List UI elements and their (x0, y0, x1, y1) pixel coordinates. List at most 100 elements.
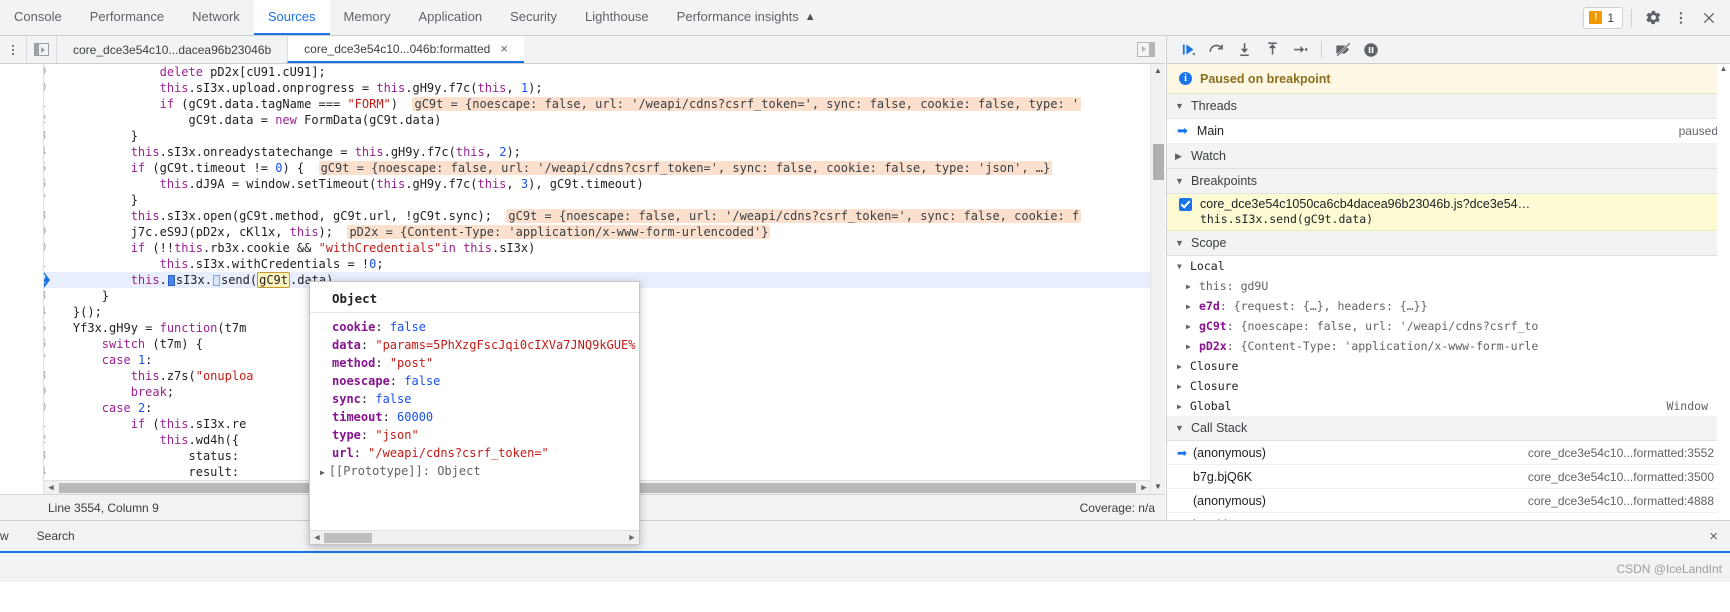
call-stack-frame[interactable]: ➡ (anonymous) core_dce3e54c10...formatte… (1167, 441, 1730, 465)
thread-row-main[interactable]: ➡ Main paused (1167, 119, 1730, 144)
more-tabs-icon[interactable] (0, 36, 26, 63)
object-property[interactable]: url: "/weapi/cdns?csrf_token=" (310, 444, 639, 462)
chevron-right-icon[interactable]: ▶ (1186, 322, 1194, 331)
deactivate-breakpoints-button[interactable] (1330, 38, 1356, 62)
scroll-up-icon[interactable]: ▲ (1717, 64, 1730, 77)
call-stack-frame[interactable]: b7g.bjQ6K core_dce3e54c10...formatted:12… (1167, 513, 1730, 521)
call-stack-frame[interactable]: (anonymous) core_dce3e54c10...formatted:… (1167, 489, 1730, 513)
object-property[interactable]: noescape: false (310, 372, 639, 390)
scrollbar-thumb[interactable] (324, 532, 372, 543)
popover-horizontal-scrollbar[interactable]: ◀ ▶ (310, 530, 639, 544)
chevron-right-icon[interactable]: ▶ (1186, 282, 1194, 291)
scope-var-e7d[interactable]: ▶ e7d: {request: {…}, headers: {…}} (1167, 296, 1730, 316)
code-line[interactable]: 3542 gC9t.data = new FormData(gC9t.data) (44, 112, 1151, 128)
chevron-right-icon[interactable]: ▶ (320, 468, 325, 477)
close-icon[interactable]: × (1709, 528, 1730, 545)
section-header-watch[interactable]: ▶ Watch (1167, 144, 1730, 169)
scroll-right-icon[interactable]: ▶ (625, 533, 639, 543)
drawer-tab-search[interactable]: Search (23, 521, 89, 551)
code-line[interactable]: 3545 if (gC9t.timeout != 0) { gC9t = {no… (44, 160, 1151, 176)
object-property[interactable]: timeout: 60000 (310, 408, 639, 426)
tab-memory[interactable]: Memory (330, 0, 405, 35)
scope-group-local[interactable]: ▼ Local (1167, 256, 1730, 276)
chevron-right-icon[interactable]: ▶ (1186, 302, 1194, 311)
object-property[interactable]: data: "params=5PhXzgFscJqi0cIXVa7JNQ9kGU… (310, 336, 639, 354)
scroll-down-icon[interactable]: ▼ (1151, 480, 1165, 494)
scrollbar-thumb[interactable] (1153, 144, 1164, 180)
tab-sources[interactable]: Sources (253, 0, 330, 35)
code-line[interactable]: 3548 this.sI3x.open(gC9t.method, gC9t.ur… (44, 208, 1151, 224)
resume-script-button[interactable] (1175, 38, 1201, 62)
code-line[interactable]: 3541 if (gC9t.data.tagName === "FORM") g… (44, 96, 1151, 112)
breakpoint-row[interactable]: core_dce3e54c1050ca6cb4dacea96b23046b.js… (1167, 194, 1730, 231)
chevron-down-icon: ▼ (1175, 238, 1184, 248)
tab-application[interactable]: Application (404, 0, 496, 35)
scope-var-this[interactable]: ▶ this: gd9U (1167, 276, 1730, 296)
scope-var-gC9t[interactable]: ▶ gC9t: {noescape: false, url: '/weapi/c… (1167, 316, 1730, 336)
breakpoint-checkbox[interactable] (1179, 197, 1192, 211)
section-header-breakpoints[interactable]: ▼ Breakpoints (1167, 169, 1730, 194)
drawer-tab-console-truncated[interactable]: w (0, 521, 23, 551)
object-property[interactable]: cookie: false (310, 318, 639, 336)
tab-security[interactable]: Security (496, 0, 571, 35)
chevron-right-icon[interactable]: ▶ (1186, 342, 1194, 351)
line-number-gutter[interactable] (0, 64, 44, 494)
tab-label: Sources (267, 9, 316, 24)
section-header-threads[interactable]: ▼ Threads (1167, 94, 1730, 119)
tab-network[interactable]: Network (178, 0, 254, 35)
gear-icon[interactable] (1640, 5, 1666, 31)
code-line[interactable]: 3543 } (44, 128, 1151, 144)
step-over-button[interactable] (1203, 38, 1229, 62)
scroll-up-icon[interactable]: ▲ (1151, 64, 1165, 78)
code-line[interactable]: 3549 j7c.eS9J(pD2x, cKl1x, this); pD2x =… (44, 224, 1151, 240)
property-value: 60000 (397, 410, 434, 424)
sidebar-vertical-scrollbar[interactable]: ▲ (1717, 64, 1730, 520)
scope-group-closure-2[interactable]: ▶ Closure (1167, 376, 1730, 396)
step-out-button[interactable] (1259, 38, 1285, 62)
show-debugger-sidebar-icon[interactable] (1137, 42, 1155, 57)
scope-group-global[interactable]: ▶ Global Window (1167, 396, 1730, 416)
code-line[interactable]: 3551 this.sI3x.withCredentials = !0; (44, 256, 1151, 272)
close-icon[interactable] (1696, 5, 1722, 31)
tab-performance[interactable]: Performance (76, 0, 178, 35)
tab-console[interactable]: Console (0, 0, 76, 35)
tab-performance-insights[interactable]: Performance insights ▲ (663, 0, 830, 35)
show-navigator-icon[interactable] (26, 36, 56, 63)
step-marker-icon[interactable] (167, 275, 175, 286)
object-prototype-row[interactable]: ▶ [[Prototype]]: Object (310, 462, 639, 480)
scope-var-pD2x[interactable]: ▶ pD2x: {Content-Type: 'application/x-ww… (1167, 336, 1730, 356)
tab-label: Performance insights (676, 9, 799, 24)
object-value-popover[interactable]: Object cookie: false data: "params=5PhXz… (309, 281, 640, 545)
code-line[interactable]: 3540 this.sI3x.upload.onprogress = this.… (44, 80, 1151, 96)
pause-on-exceptions-button[interactable] (1358, 38, 1384, 62)
section-header-scope[interactable]: ▼ Scope (1167, 231, 1730, 256)
tab-label: Network (192, 9, 240, 24)
tab-lighthouse[interactable]: Lighthouse (571, 0, 663, 35)
code-line[interactable]: 3544 this.sI3x.onreadystatechange = this… (44, 144, 1151, 160)
object-property[interactable]: sync: false (310, 390, 639, 408)
editor-vertical-scrollbar[interactable]: ▲ ▼ (1150, 64, 1165, 494)
object-property[interactable]: type: "json" (310, 426, 639, 444)
drawer-tab-label: w (0, 529, 9, 543)
hovered-token[interactable]: gC9t (257, 272, 290, 288)
scroll-left-icon[interactable]: ◀ (310, 533, 324, 543)
section-header-call-stack[interactable]: ▼ Call Stack (1167, 416, 1730, 441)
code-line[interactable]: 3550 if (!!this.rb3x.cookie && "withCred… (44, 240, 1151, 256)
code-line[interactable]: 3547 } (44, 192, 1151, 208)
kebab-menu-icon[interactable] (1668, 5, 1694, 31)
source-tab-original[interactable]: core_dce3e54c10...dacea96b23046b (56, 36, 287, 63)
step-marker-icon[interactable] (212, 275, 220, 286)
error-count-badge[interactable]: ! 1 (1583, 6, 1623, 29)
code-line[interactable]: 3539 delete pD2x[cU91.cU91]; (44, 64, 1151, 80)
call-stack-frame[interactable]: b7g.bjQ6K core_dce3e54c10...formatted:35… (1167, 465, 1730, 489)
scroll-left-icon[interactable]: ◀ (44, 483, 58, 493)
close-icon[interactable]: × (500, 41, 508, 56)
scope-group-closure-1[interactable]: ▶ Closure (1167, 356, 1730, 376)
step-into-button[interactable] (1231, 38, 1257, 62)
scroll-right-icon[interactable]: ▶ (1137, 483, 1151, 493)
source-tab-formatted[interactable]: core_dce3e54c10...046b:formatted × (287, 36, 524, 63)
code-line[interactable]: 3546 this.dJ9A = window.setTimeout(this.… (44, 176, 1151, 192)
property-key: data (332, 338, 361, 352)
step-button[interactable] (1287, 38, 1313, 62)
object-property[interactable]: method: "post" (310, 354, 639, 372)
